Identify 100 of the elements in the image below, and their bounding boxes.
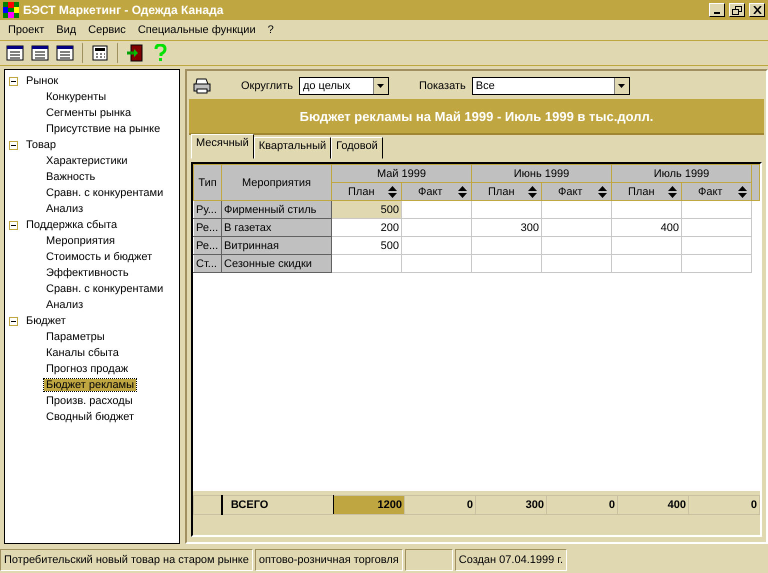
table-cell[interactable] [542,218,612,236]
sort-icon[interactable] [528,186,537,198]
tree-item[interactable]: Эффективность [44,267,131,279]
table-cell[interactable]: 400 [612,218,682,236]
table-cell[interactable] [682,254,752,272]
table-cell[interactable] [332,254,402,272]
tree-item[interactable]: Конкуренты [44,91,108,103]
table-cell[interactable]: 300 [472,218,542,236]
table-cell[interactable] [402,200,472,218]
status-panel: оптово-розничная торговля [254,549,403,571]
tree-item[interactable]: Мероприятия [44,235,117,247]
collapse-icon[interactable] [9,220,18,230]
tree-node[interactable]: Бюджет [26,315,66,327]
tree-item[interactable]: Анализ [44,203,86,215]
menu-item[interactable]: Вид [50,24,82,36]
menu-item[interactable]: Сервис [82,24,132,36]
table-cell[interactable] [612,254,682,272]
total-label: ВСЕГО [222,496,334,514]
menu-item[interactable]: Специальные функции [132,24,262,36]
column-header: Мероприятия [222,164,332,200]
table-cell[interactable] [612,236,682,254]
tree-item[interactable]: Каналы сбыта [44,347,121,359]
filter-label: Округлить [241,80,293,92]
tree-item[interactable]: Сравн. с конкурентами [44,187,166,199]
total-cell: 400 [617,496,688,514]
close-button[interactable] [749,3,765,17]
column-header: Июнь 1999 [472,164,612,182]
sort-icon[interactable] [668,186,677,198]
dropdown[interactable]: Все [472,77,630,95]
column-header[interactable]: Факт [542,182,612,200]
column-header[interactable]: План [472,182,542,200]
row-header: Фирменный стиль [222,200,332,218]
table-cell[interactable] [682,236,752,254]
column-header[interactable]: План [612,182,682,200]
table-cell[interactable] [402,236,472,254]
tree-item[interactable]: Параметры [44,331,107,343]
table-cell[interactable] [612,200,682,218]
table-cell[interactable] [472,236,542,254]
tree-item[interactable]: Сравн. с конкурентами [44,283,166,295]
table-cell[interactable]: 200 [332,218,402,236]
tab[interactable]: Годовой [331,137,383,159]
table-cell[interactable] [542,236,612,254]
tree-item[interactable]: Присутствие на рынке [44,123,162,135]
window-title: БЭСТ Маркетинг - Одежда Канада [23,3,224,17]
status-panel: Потребительский новый товар на старом рынке [0,549,253,571]
tree-item[interactable]: Сводный бюджет [44,411,136,423]
tab[interactable]: Месячный [191,134,254,159]
caret-icon[interactable] [614,78,629,94]
row-header: Ру... [194,200,222,218]
table-cell[interactable] [402,254,472,272]
caret-icon[interactable] [372,78,388,94]
tree-node[interactable]: Товар [26,139,56,151]
minimize-button[interactable] [709,3,725,17]
tree-item[interactable]: Сегменты рынка [44,107,134,119]
total-cell: 300 [475,496,546,514]
collapse-icon[interactable] [9,316,18,326]
app-icon [3,2,19,18]
menu-item[interactable]: Проект [2,24,50,36]
table-cell[interactable]: 500 [332,200,402,218]
table-cell[interactable] [402,218,472,236]
menu-item[interactable]: ? [262,24,280,36]
sort-icon[interactable] [738,186,747,198]
total-cell: 1200 [333,496,404,514]
tree-item[interactable]: Прогноз продаж [44,363,130,375]
row-header: Ре... [194,236,222,254]
collapse-icon[interactable] [9,140,18,150]
tree-item[interactable]: Стоимость и бюджет [44,251,154,263]
total-cell: 0 [688,496,760,514]
printer-icon[interactable] [193,78,211,94]
column-header: Июль 1999 [612,164,752,182]
table-cell[interactable] [682,218,752,236]
table-cell[interactable] [472,200,542,218]
row-header: Ст... [194,254,222,272]
table-cell[interactable] [542,200,612,218]
restore-button[interactable] [729,3,745,17]
table-cell[interactable] [682,200,752,218]
table-cell[interactable] [472,254,542,272]
dropdown[interactable]: до целых [298,77,389,95]
tree-item[interactable]: Произв. расходы [44,395,135,407]
total-cell: 0 [404,496,476,514]
sort-icon[interactable] [598,186,607,198]
column-header[interactable]: План [332,182,402,200]
tree-item[interactable]: Анализ [44,299,86,311]
tree-node[interactable]: Рынок [26,75,58,87]
tree-node[interactable]: Поддержка сбыта [26,219,118,231]
sort-icon[interactable] [388,186,397,198]
column-header[interactable]: Факт [402,182,472,200]
sort-icon[interactable] [458,186,467,198]
filter-label: Показать [418,80,466,92]
column-header[interactable]: Факт [682,182,752,200]
tab[interactable]: Квартальный [254,137,332,159]
collapse-icon[interactable] [9,76,18,86]
tree-item[interactable]: Важность [44,171,98,183]
tree-item[interactable]: Бюджет рекламы [44,379,136,391]
tree-item[interactable]: Характеристики [44,155,130,167]
status-panel: Создан 07.04.1999 г. [454,549,568,571]
table-cell[interactable]: 500 [332,236,402,254]
total-cell: 0 [546,496,618,514]
table-cell[interactable] [542,254,612,272]
close-icon [752,6,762,14]
